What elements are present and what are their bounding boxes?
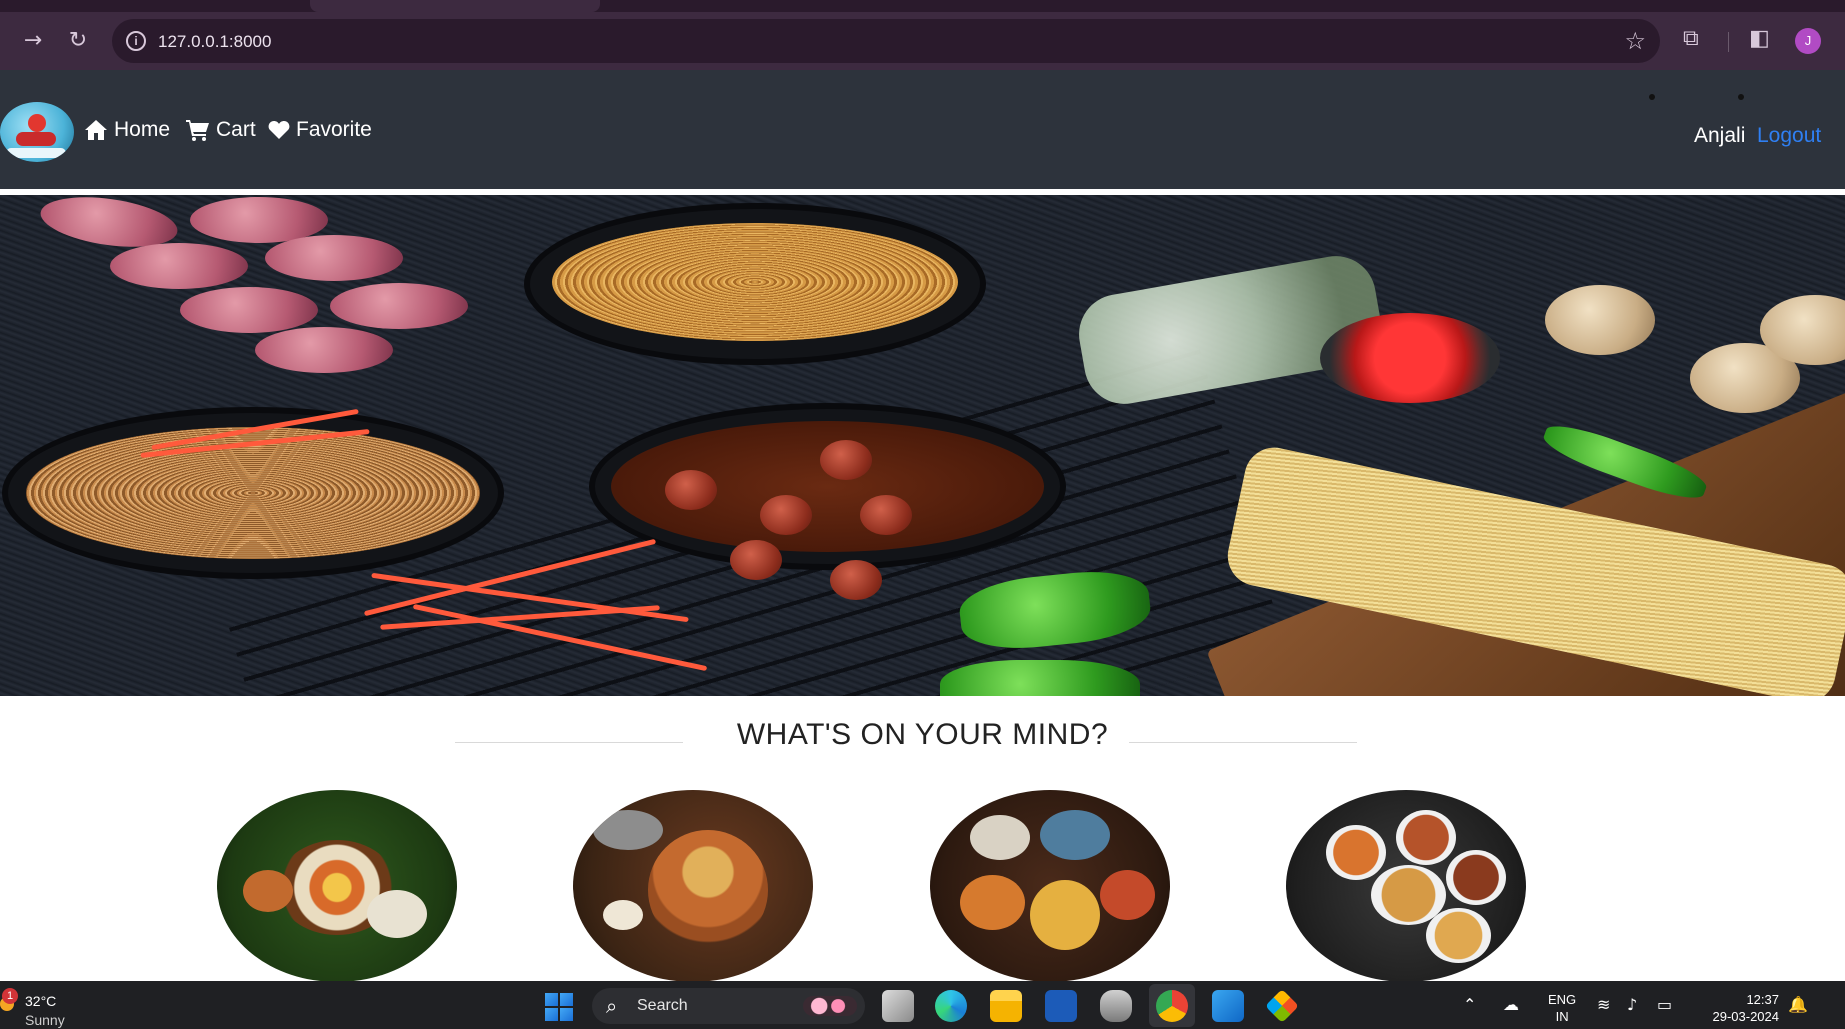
chili-bowl	[1320, 313, 1500, 403]
manchurian-ball	[665, 470, 717, 510]
clock-time: 12:37	[1746, 992, 1779, 1007]
bookmark-star-icon[interactable]: ☆	[1624, 27, 1646, 55]
plate-stack-shape	[593, 810, 663, 850]
manchurian-ball	[830, 560, 882, 600]
fried-rice-shape	[26, 427, 480, 559]
manchurian-ball	[820, 440, 872, 480]
search-icon: ⌕	[606, 994, 618, 1018]
nav-dot	[1649, 94, 1655, 100]
onion-shape	[255, 327, 393, 373]
noodle-plate	[530, 209, 980, 359]
extensions-icon[interactable]: ⧉	[1683, 26, 1699, 51]
hero-banner-image	[0, 195, 1845, 696]
browser-tab[interactable]	[310, 0, 600, 12]
category-mixed-platter[interactable]	[930, 790, 1170, 982]
manchurian-ball	[730, 540, 782, 580]
category-thali[interactable]	[217, 790, 457, 982]
onion-shape	[265, 235, 403, 281]
garlic-shape	[1545, 285, 1655, 355]
green-pepper-shape	[940, 660, 1140, 696]
clock-date: 29-03-2024	[1712, 1009, 1780, 1024]
chevron-up-icon[interactable]: ⌃	[1463, 995, 1476, 1014]
nav-home-link[interactable]: Home	[84, 118, 170, 142]
site-logo[interactable]	[0, 102, 74, 162]
taskbar-search[interactable]: ⌕ Search	[592, 988, 865, 1024]
site-navbar: Home Cart Favorite Anjali Logout	[0, 70, 1845, 189]
category-chinese-platter[interactable]	[1286, 790, 1526, 982]
toolbar-divider	[1728, 32, 1729, 52]
browser-tab-strip	[0, 0, 1845, 12]
windows-start-icon[interactable]	[545, 993, 573, 1021]
task-view-icon[interactable]	[882, 990, 914, 1022]
vscode-icon[interactable]	[1212, 990, 1244, 1022]
nav-username: Anjali	[1694, 124, 1746, 147]
nav-home-label: Home	[114, 118, 171, 141]
dish-shape	[1396, 810, 1456, 865]
address-bar-url[interactable]: 127.0.0.1:8000	[158, 32, 271, 52]
nav-favorite-link[interactable]: Favorite	[268, 118, 372, 142]
raita-bowl-shape	[603, 900, 643, 930]
dish-shape	[1326, 825, 1386, 880]
dish-shape	[1030, 880, 1100, 950]
section-title: WHAT'S ON YOUR MIND?	[736, 718, 1109, 751]
windows-taskbar: 1 32°C Sunny ⌕ Search ⌃ ☁ ENG IN ≋ ♪ ▭ 1…	[0, 981, 1845, 1029]
language-code: ENG	[1548, 992, 1577, 1007]
side-panel-icon[interactable]: ◧	[1749, 26, 1770, 51]
title-line-right	[1129, 742, 1357, 743]
browser-toolbar: → ↻ i 127.0.0.1:8000 ☆ ⧉ ◧ J	[0, 12, 1845, 70]
battery-icon[interactable]: ▭	[1657, 995, 1672, 1014]
dish-shape	[960, 875, 1025, 930]
logo-scooter-shape	[16, 132, 56, 146]
language-indicator[interactable]: ENG IN	[1548, 991, 1576, 1025]
nav-cart-link[interactable]: Cart	[186, 118, 256, 142]
manchurian-ball	[860, 495, 912, 535]
profile-avatar[interactable]: J	[1795, 28, 1821, 54]
reload-icon[interactable]: ↻	[63, 26, 93, 56]
noodles-shape	[552, 223, 958, 341]
site-info-icon[interactable]: i	[126, 31, 146, 51]
home-icon	[85, 120, 107, 140]
volume-icon[interactable]: ♪	[1627, 995, 1637, 1014]
manchurian-ball	[760, 495, 812, 535]
notification-bell-icon[interactable]: 🔔	[1788, 995, 1808, 1014]
wifi-icon[interactable]: ≋	[1597, 995, 1610, 1014]
forward-icon[interactable]: →	[18, 26, 48, 56]
category-biryani[interactable]	[573, 790, 813, 982]
language-region: IN	[1555, 1009, 1569, 1024]
taskbar-search-label: Search	[637, 997, 688, 1014]
app-icon[interactable]	[1265, 989, 1299, 1023]
onion-shape	[180, 287, 318, 333]
roti-shape	[367, 890, 427, 938]
nav-favorite-label: Favorite	[296, 118, 372, 141]
file-explorer-icon[interactable]	[990, 990, 1022, 1022]
dish-shape	[1426, 908, 1491, 963]
address-bar[interactable]: i 127.0.0.1:8000 ☆	[112, 19, 1660, 63]
onion-shape	[110, 243, 248, 289]
cart-icon	[186, 120, 209, 141]
biryani-pot-shape	[648, 830, 768, 950]
dish-shape	[970, 815, 1030, 860]
onion-shape	[330, 283, 468, 329]
edge-icon[interactable]	[935, 990, 967, 1022]
dish-shape	[1100, 870, 1155, 920]
word-icon[interactable]	[1045, 990, 1077, 1022]
weather-condition: Sunny	[25, 1012, 65, 1028]
notification-badge: 1	[2, 988, 18, 1004]
nav-cart-label: Cart	[216, 118, 256, 141]
dish-shape	[1040, 810, 1110, 860]
chrome-icon[interactable]	[1156, 990, 1188, 1022]
weather-temperature: 32°C	[25, 993, 57, 1009]
database-icon[interactable]	[1100, 990, 1132, 1022]
dish-shape	[1446, 850, 1506, 905]
curry-bowl-shape	[243, 870, 293, 912]
logout-link[interactable]: Logout	[1757, 124, 1821, 148]
fried-rice-plate	[8, 413, 498, 573]
nav-dot	[1738, 94, 1744, 100]
cloud-sync-icon[interactable]: ☁	[1503, 995, 1519, 1014]
logo-base-shape	[6, 148, 66, 158]
logo-rider-shape	[28, 114, 46, 132]
heart-icon	[268, 121, 290, 139]
system-clock[interactable]: 12:37 29-03-2024	[1697, 991, 1780, 1025]
search-highlight-art	[803, 996, 857, 1016]
